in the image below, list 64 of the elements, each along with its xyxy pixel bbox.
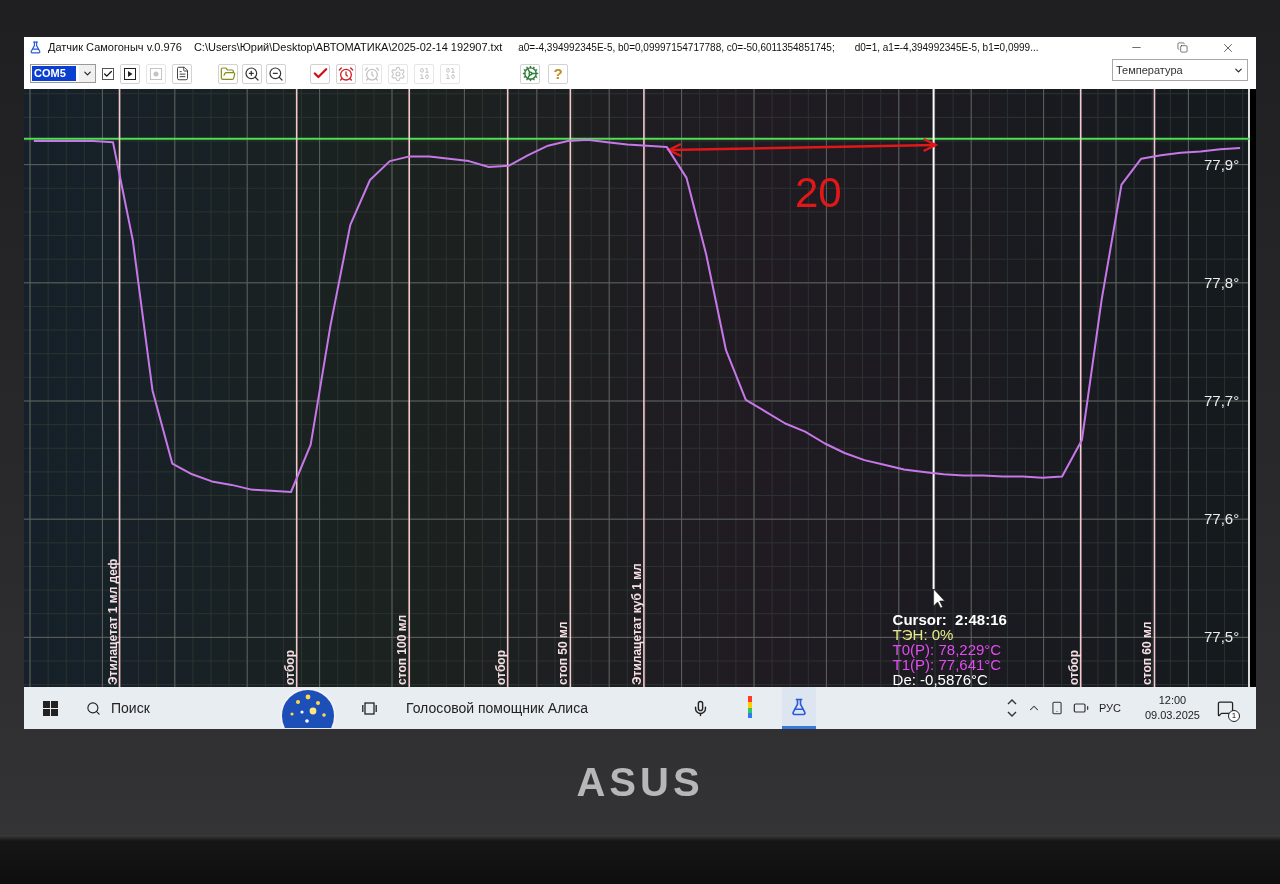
restore-icon [1176,42,1188,53]
alarm-button[interactable] [336,63,356,84]
cursor-readout-text: Cursor: 2:48:16 [892,611,1007,628]
mouse-pointer-icon [933,588,945,609]
caret-icon [81,68,93,79]
coefficients-text: d0=1, a1=-4,394992345E-5, b1=0,0999... [854,41,1039,55]
checkmark-icon [103,68,113,79]
window-title: Датчик Самогоныч v.0.976 [48,40,182,56]
clock-time[interactable]: 12:00 [1158,693,1187,708]
checkbox[interactable] [102,67,114,80]
search-icon[interactable] [86,700,101,716]
task-view-icon[interactable] [362,700,377,716]
channel-select[interactable]: Температура [1112,59,1248,81]
open-folder-icon [220,65,236,82]
zoom-out-icon [268,65,284,82]
flask-icon [790,697,808,716]
dropdown-button[interactable] [79,65,95,82]
cursor-readout-text: T0(P): 78,229°C [892,641,1002,658]
zoom-in-icon [244,65,260,82]
play-icon [124,67,136,80]
notification-icon [1216,699,1234,717]
marker-label: Этилацетат 1 мл деф [105,558,120,685]
axis-tick-label: 77,5° [1204,628,1240,646]
cursor-readout-text: ТЭН: 0% [892,626,954,643]
notification-badge: 1 [1228,710,1240,722]
axis-tick-label: 77,8° [1204,273,1240,291]
marker-label: отбор [1066,650,1081,685]
document-icon [174,66,190,81]
alarm-clock-icon [364,65,380,82]
gear-icon [390,65,406,82]
play-button[interactable] [120,63,140,84]
coefficients-text: a0=-4,394992345E-5, b0=0,09997154717788, c0=-50,6011354851745; [518,41,835,55]
axis-tick-label: 77,7° [1204,392,1240,409]
marker-label: стоп 60 мл [1140,621,1155,685]
marker-label: стоп 100 мл [395,614,410,685]
annotation-label: 20 [794,169,842,216]
language-indicator[interactable]: РУС [1098,699,1121,717]
file-path: C:\Users\Юрий\Desktop\АВТОМАТИКА\2025-02-14 192907.txt [193,40,503,56]
zoom-out-button[interactable] [266,63,286,84]
microphone-icon[interactable] [692,699,709,717]
document-button[interactable] [172,63,192,84]
alarm-clock-icon [338,65,354,82]
marker-label: Этилацетат куб 1 мл [629,563,644,685]
battery-icon[interactable] [1072,700,1089,716]
clock-date[interactable]: 09.03.2025 [1144,708,1200,723]
zoom-in-button[interactable] [242,63,262,84]
assistant-text[interactable]: Голосовой помощник Алиса [406,697,588,719]
brand-logo: ASUS [576,762,704,802]
axis-tick-label: 77,9° [1204,155,1240,173]
start-menu-icon[interactable] [43,700,58,716]
check-button[interactable] [310,63,330,84]
device-icon[interactable] [1049,701,1064,715]
marker-label: отбор [282,650,297,685]
port-select[interactable]: COM5 [30,64,96,83]
colored-bar-icon [746,695,754,718]
taskbar-app-button[interactable] [782,687,816,729]
open-button[interactable] [218,63,238,84]
flask-icon [29,41,42,54]
axis-tick-label: 77,6° [1204,510,1240,528]
tools-button[interactable] [520,63,540,84]
marker-label: отбор [493,650,508,685]
cog-icon [521,65,539,82]
marker-label: стоп 50 мл [556,621,571,685]
search-label[interactable]: Поиск [111,697,150,719]
